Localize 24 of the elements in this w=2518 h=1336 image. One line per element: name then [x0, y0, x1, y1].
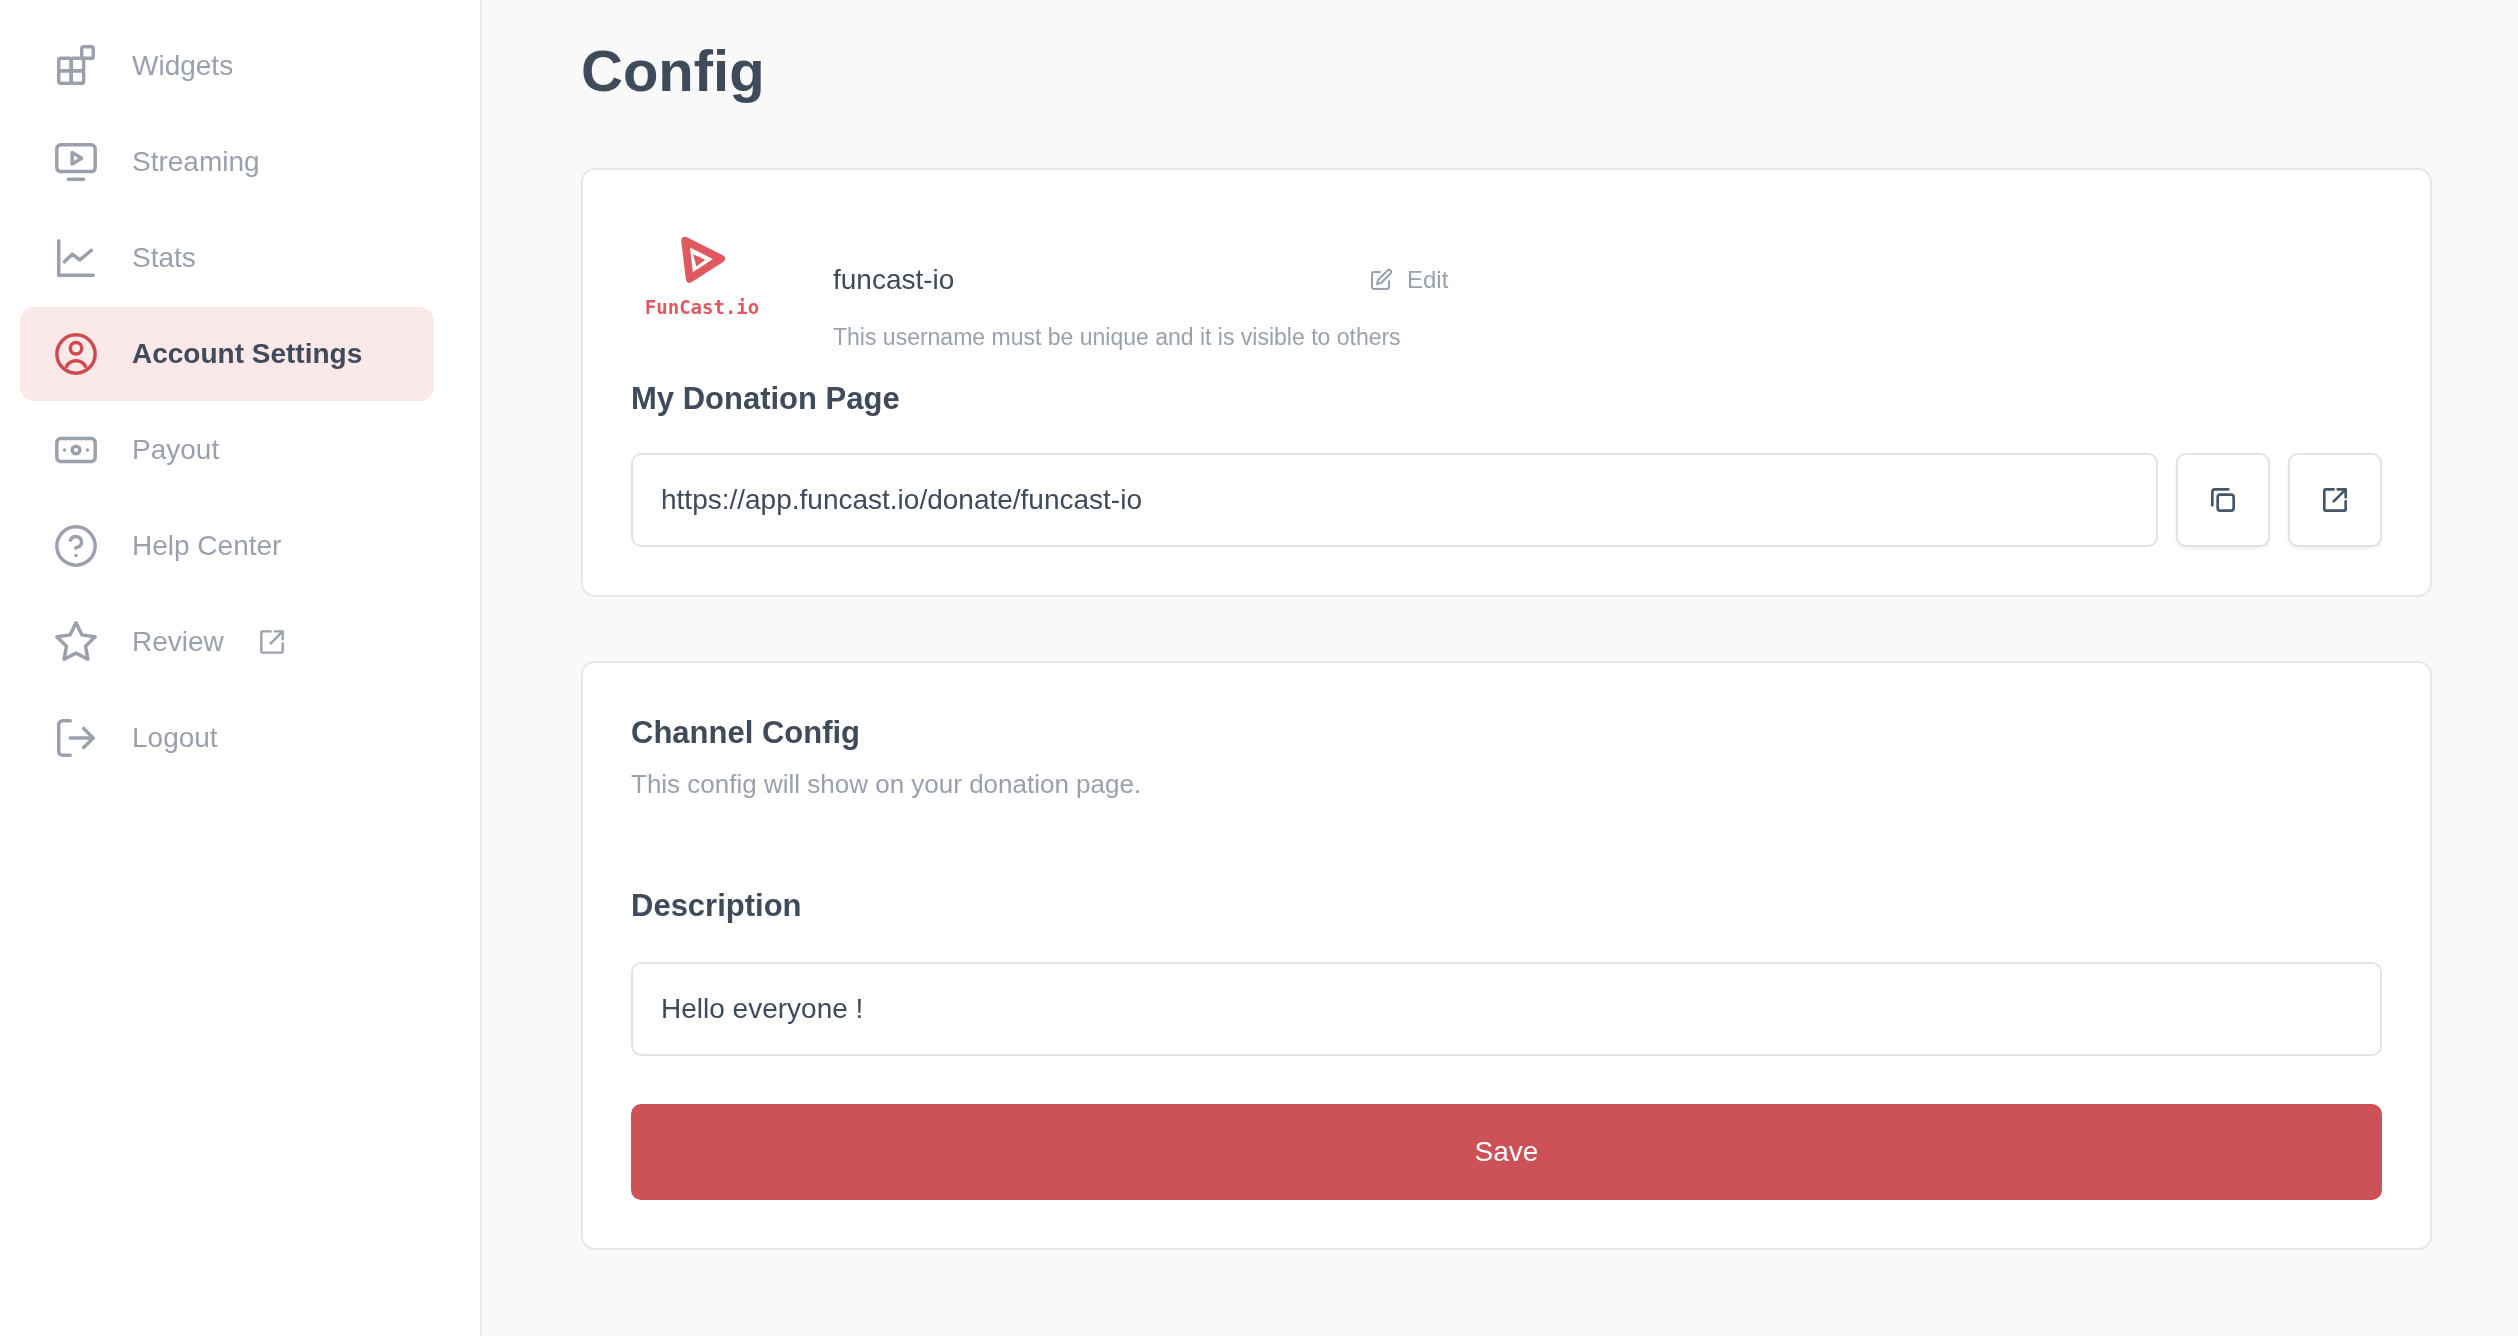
funcast-logo: FunCast.io [647, 218, 757, 318]
nav-item[interactable]: Account Settings [20, 307, 434, 401]
nav-item[interactable]: Stats [20, 211, 434, 305]
edit-link[interactable]: Edit [1369, 266, 1449, 294]
field-label: Description [631, 888, 803, 924]
edit-icon [1369, 268, 1393, 292]
save-button[interactable]: Save [631, 1104, 2382, 1200]
username: funcast-io [833, 264, 956, 296]
section-heading: My Donation Page [631, 381, 901, 417]
card-subtitle: This config will show on your donation page. [631, 769, 1143, 800]
url-field[interactable]: https://app.funcast.io/donate/funcast-io [631, 453, 2158, 547]
copy-button[interactable] [2176, 453, 2270, 547]
nav-item[interactable]: Review [20, 595, 434, 689]
open-link-button[interactable] [2288, 453, 2382, 547]
description-field[interactable]: Hello everyone ! [631, 962, 2382, 1056]
username-hint: This username must be unique and it is visible to others [833, 324, 1402, 351]
nav-item[interactable]: Logout [20, 691, 434, 785]
nav-item[interactable]: Streaming [20, 115, 434, 209]
nav-item[interactable]: Widgets [20, 19, 434, 113]
nav-item[interactable]: Help Center [20, 499, 434, 593]
user-circle-icon [53, 331, 99, 377]
nav-item[interactable]: Payout [20, 403, 434, 497]
help-icon [53, 523, 99, 569]
card-title: Channel Config [631, 715, 862, 751]
